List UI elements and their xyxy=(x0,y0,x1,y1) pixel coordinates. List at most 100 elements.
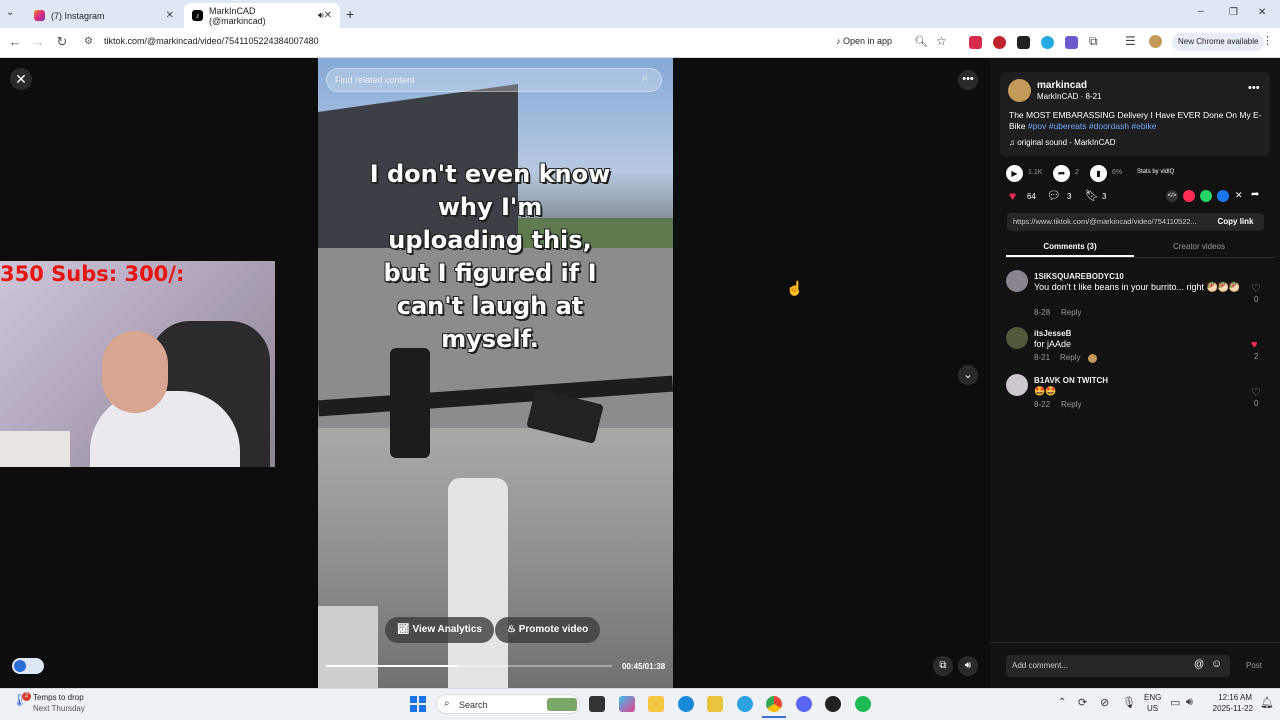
tab-creator-videos[interactable]: Creator videos xyxy=(1134,242,1264,251)
facebook-icon[interactable] xyxy=(1217,190,1229,202)
mention-icon[interactable]: @ xyxy=(1194,659,1204,670)
reply-button[interactable]: Reply xyxy=(1061,308,1081,317)
tray-chevron-icon[interactable]: ⌃ xyxy=(1058,697,1066,708)
zoom-icon[interactable]: 🔍︎ xyxy=(914,35,928,48)
video-time: 00:45/01:38 xyxy=(622,662,666,671)
extension-5-icon[interactable] xyxy=(1065,36,1078,49)
more-share-icon[interactable]: ➦ xyxy=(1251,189,1259,200)
video-player[interactable] xyxy=(318,58,673,688)
commenter-name[interactable]: itsJesseB xyxy=(1034,329,1071,338)
bookmark-icon[interactable]: 🔖︎ xyxy=(1085,189,1099,202)
chrome-icon[interactable] xyxy=(766,696,782,712)
language-ime[interactable]: ENG xyxy=(1144,693,1161,702)
extensions-puzzle-icon[interactable]: ⧉ xyxy=(1089,34,1098,49)
bike-frame xyxy=(448,478,508,688)
comment-like-heart-icon[interactable]: ♡ xyxy=(1251,282,1261,295)
url-field[interactable]: tiktok.com/@markincad/video/754110522438… xyxy=(104,36,319,46)
tray-sync-icon[interactable]: ⟳ xyxy=(1078,696,1087,709)
task-view-icon[interactable] xyxy=(589,696,605,712)
comment-like-heart-icon[interactable]: ♡ xyxy=(1251,386,1261,399)
tab-tiktok[interactable]: ♪ MarkInCAD (@markincad) 🔊︎ ✕ xyxy=(184,3,340,28)
extension-1-icon[interactable] xyxy=(969,36,982,49)
commenter-avatar[interactable] xyxy=(1006,327,1028,349)
reload-button[interactable]: ↻ xyxy=(53,34,71,50)
extension-4-icon[interactable] xyxy=(1041,36,1054,49)
stats-by-vidiq[interactable]: Stats by vidIQ xyxy=(1137,169,1174,175)
sound-link[interactable]: ♫ original sound - MarkInCAD xyxy=(1009,138,1116,147)
comment-like-heart-icon[interactable]: ♥ xyxy=(1251,339,1258,351)
file-explorer-icon[interactable] xyxy=(648,696,664,712)
author-avatar[interactable] xyxy=(1008,79,1031,102)
hashtags-link[interactable]: #pov #ubereats #doordash #ebike xyxy=(1028,121,1157,131)
tray-network-off-icon[interactable]: ⊘ xyxy=(1100,696,1109,709)
chrome-menu-icon[interactable]: ⋮ xyxy=(1262,34,1273,47)
reply-button[interactable]: Reply xyxy=(1060,353,1080,362)
extension-3-icon[interactable] xyxy=(1017,36,1030,49)
promote-video-button[interactable]: ♨ Promote video xyxy=(495,617,601,643)
microphone-icon[interactable]: 🎙︎ xyxy=(1122,696,1136,709)
share-link-field[interactable]: https://www.tiktok.com/@markincad/video/… xyxy=(1007,213,1207,231)
close-window-button[interactable]: ✕ xyxy=(1258,7,1266,18)
next-video-chevron-icon[interactable]: ⌄ xyxy=(958,365,978,385)
emoji-icon[interactable]: ☺ xyxy=(1211,658,1222,670)
clock-date: 2025-11-22 xyxy=(1212,704,1253,713)
copy-link-button[interactable]: Copy link xyxy=(1207,213,1264,231)
search-icon[interactable]: ⌕ xyxy=(642,72,648,85)
new-tab-button[interactable]: + xyxy=(346,6,354,22)
close-tab-icon[interactable]: ✕ xyxy=(166,10,174,21)
profile-avatar[interactable] xyxy=(1149,35,1162,48)
like-heart-icon[interactable]: ♥ xyxy=(1009,189,1016,203)
repost-icon[interactable] xyxy=(1183,190,1195,202)
taskbar-search[interactable]: ⌕ Search xyxy=(436,694,580,714)
restore-button[interactable]: ❐ xyxy=(1229,7,1238,18)
comment-count: 3 xyxy=(1067,192,1072,201)
close-tab-icon[interactable]: ✕ xyxy=(324,10,332,21)
picture-in-picture-icon[interactable]: ⧉ xyxy=(933,656,953,676)
edge-icon[interactable] xyxy=(678,696,694,712)
reply-button[interactable]: Reply xyxy=(1061,400,1081,409)
whatsapp-icon[interactable] xyxy=(1200,190,1212,202)
bookmark-star-icon[interactable]: ☆ xyxy=(936,34,947,48)
telegram-icon[interactable] xyxy=(737,696,753,712)
find-related-content-input[interactable]: Find related content xyxy=(326,68,662,92)
new-chrome-available-button[interactable]: New Chrome available xyxy=(1172,33,1265,51)
weather-title[interactable]: Temps to drop xyxy=(33,693,84,702)
volume-tray-icon[interactable]: 🔊︎ xyxy=(1186,696,1193,709)
tab-comments[interactable]: Comments (3) xyxy=(1006,242,1134,251)
discord-icon[interactable] xyxy=(796,696,812,712)
post-more-icon[interactable]: ••• xyxy=(1248,82,1260,94)
forward-button[interactable]: → xyxy=(29,34,47,49)
obs-icon[interactable] xyxy=(825,696,841,712)
windows-start-icon[interactable] xyxy=(410,696,426,712)
tab-instagram[interactable]: (7) Instagram ✕ xyxy=(26,3,182,28)
post-comment-button[interactable]: Post xyxy=(1246,661,1262,670)
embed-icon[interactable]: </> xyxy=(1166,190,1178,202)
commenter-avatar[interactable] xyxy=(1006,270,1028,292)
commenter-avatar[interactable] xyxy=(1006,374,1028,396)
close-video-button[interactable]: ✕ xyxy=(10,68,32,90)
open-in-app-button[interactable]: ♪ Open in app xyxy=(836,36,892,46)
notifications-bell-icon[interactable]: 🔔︎ xyxy=(1260,696,1274,709)
more-options-icon[interactable]: ••• xyxy=(958,70,978,90)
back-button[interactable]: ← xyxy=(6,34,24,49)
copilot-icon[interactable] xyxy=(619,696,635,712)
tab-search-chevron-icon[interactable]: ⌄ xyxy=(6,7,14,18)
extension-2-icon[interactable] xyxy=(993,36,1006,49)
site-info-icon[interactable]: ⚙ xyxy=(84,36,93,47)
view-analytics-button[interactable]: 📈︎ View Analytics xyxy=(385,617,494,643)
caption-line: why I'm xyxy=(437,193,543,221)
commenter-name[interactable]: 1SIKSQUAREBODYC10 xyxy=(1034,272,1124,281)
app-icon[interactable] xyxy=(707,696,723,712)
clock-time[interactable]: 12:16 AM xyxy=(1212,693,1252,702)
reading-list-icon[interactable]: ☰ xyxy=(1125,34,1136,48)
commenter-name[interactable]: B1AVK ON TWITCH xyxy=(1034,376,1108,385)
spotify-icon[interactable] xyxy=(855,696,871,712)
floating-widget[interactable] xyxy=(12,658,44,674)
comment-icon[interactable]: 💬︎ xyxy=(1047,189,1061,202)
x-twitter-icon[interactable]: ✕ xyxy=(1235,190,1243,201)
volume-icon[interactable]: 🔊︎ xyxy=(958,656,978,676)
language-region: US xyxy=(1147,704,1159,713)
display-icon[interactable]: ▭ xyxy=(1170,696,1180,709)
author-username[interactable]: markincad xyxy=(1037,80,1087,91)
minimize-button[interactable]: – xyxy=(1198,6,1204,17)
